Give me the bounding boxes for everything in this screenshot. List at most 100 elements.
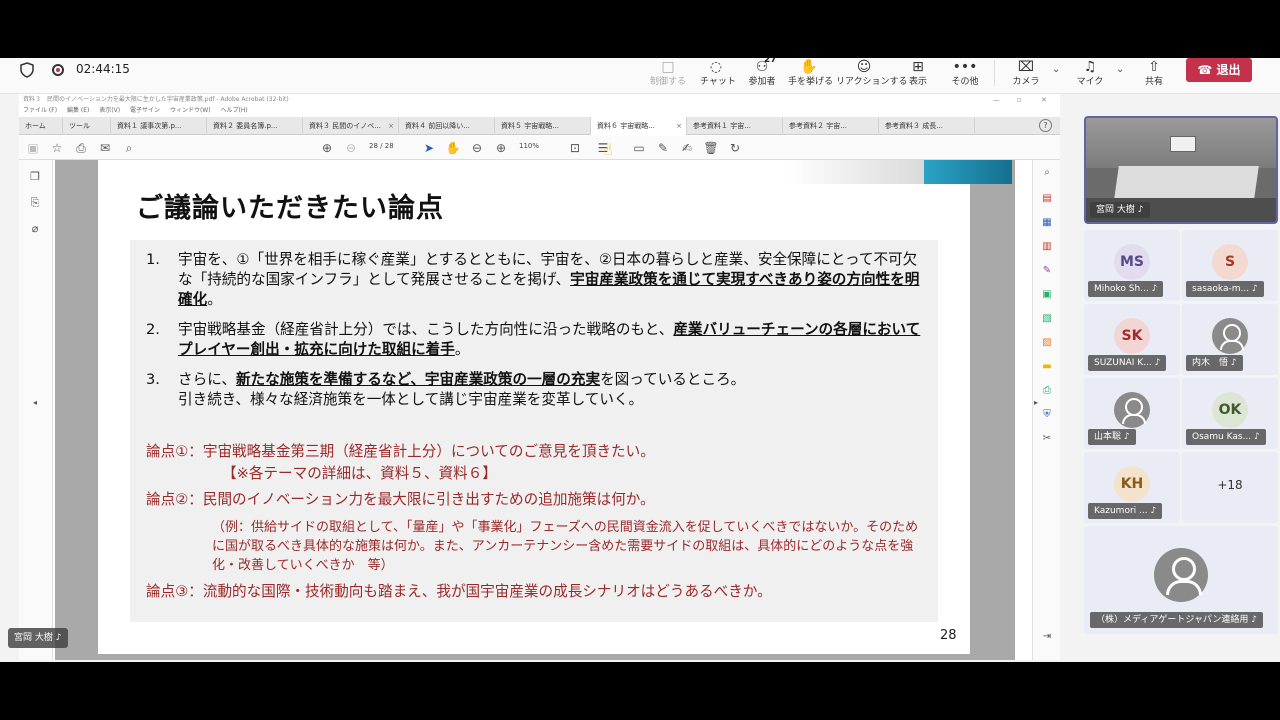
sign-icon[interactable]: ✍ xyxy=(679,140,695,156)
tab-doc-3[interactable]: 資料３ 民間のイノベ... × xyxy=(303,117,399,135)
take-control-button[interactable]: □ 制御する xyxy=(650,58,686,90)
participant-tile[interactable]: S sasaoka-m... ♪ xyxy=(1182,230,1278,301)
delete-icon[interactable]: 🗑 xyxy=(703,140,719,156)
create-pdf-icon[interactable]: ▦ xyxy=(1040,216,1054,230)
attachment-icon[interactable]: ⌀ xyxy=(28,222,42,236)
document-viewport[interactable]: ご議論いただきたい論点 1. 宇宙を、①「世界を相手に稼ぐ産業」とするとともに、… xyxy=(55,160,1015,660)
raise-hand-button[interactable]: ✋ 手を挙げる xyxy=(788,58,833,90)
save-icon[interactable]: ▣ xyxy=(25,140,41,156)
mic-options-chevron-icon[interactable]: ⌄ xyxy=(1116,64,1124,75)
reactions-button[interactable]: ☺ リアクションする xyxy=(836,58,908,90)
mail-icon[interactable]: ✉ xyxy=(97,140,113,156)
take-control-icon: □ xyxy=(661,59,675,75)
zoom-out-icon[interactable]: ⊖ xyxy=(469,140,485,156)
minimize-icon[interactable]: — xyxy=(993,94,1000,106)
comment-icon[interactable]: ▭ xyxy=(631,140,647,156)
participant-tile[interactable]: SK SUZUNAI K... ♪ xyxy=(1084,304,1180,375)
mic-button[interactable]: ♫ マイク xyxy=(1076,58,1104,90)
chat-button[interactable]: ◌ チャット xyxy=(700,58,736,90)
mic-muted-icon: ♪ xyxy=(1251,284,1258,294)
tab-doc-1[interactable]: 資料１ 議事次第.p... xyxy=(111,117,207,135)
pages-icon[interactable]: ❐ xyxy=(28,170,42,184)
collapse-left-icon[interactable]: ◂ xyxy=(28,396,42,410)
zoom-tool-icon[interactable]: ⌕ xyxy=(1040,166,1054,180)
more-button[interactable]: ••• その他 xyxy=(950,58,980,90)
participant-tile[interactable]: MS Mihoko Sh... ♪ xyxy=(1084,230,1180,301)
avatar: S xyxy=(1212,244,1248,280)
phone-icon: ☎ xyxy=(1197,63,1217,77)
slide-title: ご議論いただきたい論点 xyxy=(136,193,444,224)
menu-window[interactable]: ウィンドウ(W) xyxy=(170,107,211,114)
zoom-level[interactable]: 110% xyxy=(519,142,539,150)
export-pdf-icon[interactable]: ▤ xyxy=(1040,192,1054,206)
view-button[interactable]: ⊞ 表示 xyxy=(904,58,932,90)
expand-panel-icon[interactable]: ⇥ xyxy=(1040,630,1054,644)
camera-button[interactable]: ⌧ カメラ xyxy=(1012,58,1040,90)
participant-tile-large[interactable]: （株）メディアゲートジャパン連絡用 ♪ xyxy=(1084,526,1278,634)
menu-help[interactable]: ヘルプ(H) xyxy=(220,107,247,114)
participants-button[interactable]: ⚇ 27 参加者 xyxy=(746,58,778,90)
star-icon[interactable]: ☆ xyxy=(49,140,65,156)
fill-sign-icon[interactable]: ✎ xyxy=(1040,264,1054,278)
organize-pages-icon[interactable]: ▥ xyxy=(1040,240,1054,254)
page-indicator[interactable]: 28 / 28 xyxy=(369,142,394,150)
more-icon: ••• xyxy=(952,59,978,75)
zoom-in-icon[interactable]: ⊕ xyxy=(493,140,509,156)
pen-icon[interactable]: ✎ xyxy=(655,140,671,156)
select-cursor-icon[interactable]: ➤ xyxy=(421,140,437,156)
discussion-box: 1. 宇宙を、①「世界を相手に稼ぐ産業」とするとともに、宇宙を、②日本の暮らしと… xyxy=(130,240,938,622)
protect-icon[interactable]: ▨ xyxy=(1040,336,1054,350)
menu-file[interactable]: ファイル (F) xyxy=(23,107,57,114)
active-speaker-video[interactable]: 宮岡 大樹 ♪ xyxy=(1084,116,1278,224)
bookmark-icon[interactable]: ⎘ xyxy=(28,196,42,210)
participant-tile[interactable]: KH Kazumori ... ♪ xyxy=(1084,452,1180,523)
help-icon[interactable]: ? xyxy=(1039,119,1052,132)
participant-tile[interactable]: 山本聡 ♪ xyxy=(1084,378,1180,449)
tab-doc-4[interactable]: 資料４ 前回以降い... xyxy=(399,117,495,135)
rotate-icon[interactable]: ↻ xyxy=(727,140,743,156)
share-button[interactable]: ⇧ 共有 xyxy=(1140,58,1168,90)
page-down-icon[interactable]: ⊖ xyxy=(343,140,359,156)
tab-tools[interactable]: ツール xyxy=(63,117,111,135)
close-tab-icon[interactable]: × xyxy=(388,117,394,135)
close-tab-icon[interactable]: × xyxy=(676,117,682,135)
page-up-icon[interactable]: ⊕ xyxy=(319,140,335,156)
maximize-icon[interactable]: ▫ xyxy=(1017,94,1022,106)
edit-pdf-icon[interactable]: ▣ xyxy=(1040,288,1054,302)
mic-icon: ♪ xyxy=(1137,205,1144,215)
shield-tool-icon[interactable]: ⛨ xyxy=(1040,408,1054,422)
discussion-point-1: 論点①：宇宙戦略基金第三期（経産省計上分）についてのご意見を頂きたい。 xyxy=(146,443,655,460)
comment-tool-icon[interactable]: ▬ xyxy=(1040,360,1054,374)
more-participants-tile[interactable]: +18 xyxy=(1182,452,1278,523)
collapse-right-icon[interactable]: ▸ xyxy=(1029,396,1043,410)
tab-home[interactable]: ホーム xyxy=(19,117,63,135)
tab-doc-2[interactable]: 資料２ 委員名簿.p... xyxy=(207,117,303,135)
tab-doc-5[interactable]: 資料５ 宇宙戦略... xyxy=(495,117,591,135)
search-icon[interactable]: ⌕ xyxy=(121,140,137,156)
close-window-icon[interactable]: ✕ xyxy=(1041,94,1047,106)
participant-tile[interactable]: OK Osamu Kas... ♪ xyxy=(1182,378,1278,449)
participant-name: Osamu Kas... ♪ xyxy=(1186,429,1266,445)
tab-ref-3[interactable]: 参考資料３ 成長... xyxy=(879,117,975,135)
chat-icon: ◌ xyxy=(709,59,723,75)
tab-ref-2[interactable]: 参考資料２ 宇宙... xyxy=(783,117,879,135)
participant-tile[interactable]: 内木 悟 ♪ xyxy=(1182,304,1278,375)
camera-options-chevron-icon[interactable]: ⌄ xyxy=(1052,64,1060,75)
fit-page-icon[interactable]: ⊡ xyxy=(567,140,583,156)
tab-ref-1[interactable]: 参考資料１ 宇宙... xyxy=(687,117,783,135)
teams-meeting-window: 02:44:15 □ 制御する ◌ チャット ⚇ 27 参加者 ✋ 手を挙げる … xyxy=(0,58,1280,662)
print-icon[interactable]: ⎙ xyxy=(73,140,89,156)
menu-view[interactable]: 表示(V) xyxy=(99,107,120,114)
tab-doc-6[interactable]: 資料６ 宇宙戦略... × xyxy=(591,117,687,135)
mic-icon: ♪ xyxy=(55,633,62,643)
camera-off-icon: ⌧ xyxy=(1017,59,1035,75)
shield-icon xyxy=(20,62,34,78)
hand-tool-icon[interactable]: ✋ xyxy=(445,140,461,156)
mic-off-icon: ♫ xyxy=(1083,59,1097,75)
menu-edit[interactable]: 編集 (E) xyxy=(67,107,89,114)
more-tools-icon[interactable]: ✂ xyxy=(1040,432,1054,446)
leave-button[interactable]: ☎ 退出 xyxy=(1186,58,1252,82)
acrobat-tab-bar: ホーム ツール 資料１ 議事次第.p... 資料２ 委員名簿.p... 資料３ … xyxy=(19,117,1060,135)
menu-esign[interactable]: 電子サイン xyxy=(130,107,160,114)
combine-icon[interactable]: ▧ xyxy=(1040,312,1054,326)
